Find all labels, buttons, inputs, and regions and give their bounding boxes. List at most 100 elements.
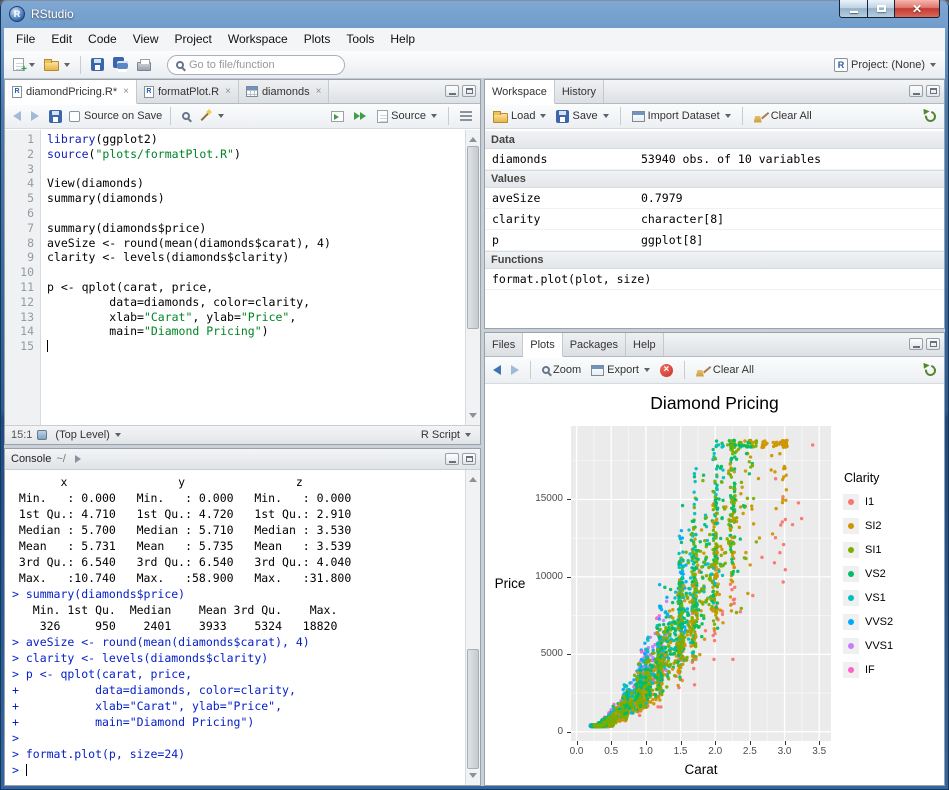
- code-editor[interactable]: 123456789101112131415 library(ggplot2)so…: [5, 130, 465, 425]
- minimize-pane-icon[interactable]: [909, 338, 923, 350]
- zoom-plot-button[interactable]: Zoom: [539, 359, 584, 381]
- print-button[interactable]: [134, 54, 154, 76]
- menu-help[interactable]: Help: [382, 28, 423, 51]
- minimize-window-icon[interactable]: [839, 0, 868, 18]
- console-output[interactable]: x y z Min. : 0.000 Min. : 0.000 Min. : 0…: [5, 470, 465, 785]
- section-header-data: Data: [485, 131, 944, 149]
- plot-canvas: [571, 426, 831, 741]
- legend-label: SI1: [865, 544, 882, 556]
- x-tick-label: 0.0: [562, 746, 592, 757]
- export-plot-button[interactable]: Export: [588, 359, 653, 381]
- minimize-pane-icon[interactable]: [909, 85, 923, 97]
- legend-item: IF: [843, 658, 893, 682]
- x-tick-label: 3.5: [804, 746, 834, 757]
- editor-scrollbar[interactable]: [465, 130, 480, 425]
- load-workspace-button[interactable]: Load: [490, 105, 549, 127]
- nav-forward-button[interactable]: [28, 105, 42, 127]
- plot-display: Diamond Pricing Price Carat Clarity I1SI…: [485, 385, 944, 785]
- console-scrollbar[interactable]: [465, 470, 480, 785]
- tab-files[interactable]: Files: [485, 333, 523, 356]
- tab-formatplot-r[interactable]: RformatPlot.R×: [137, 80, 239, 103]
- code-line: [47, 206, 465, 221]
- close-window-icon[interactable]: ✕: [895, 0, 940, 18]
- maximize-pane-icon[interactable]: [926, 85, 940, 97]
- find-button[interactable]: [179, 105, 193, 127]
- save-workspace-button[interactable]: Save: [553, 105, 611, 127]
- run-line-button[interactable]: [328, 105, 347, 127]
- outline-button[interactable]: [457, 105, 475, 127]
- workspace-row[interactable]: format.plot(plot, size): [485, 269, 944, 290]
- back-arrow-icon: [13, 111, 21, 121]
- minimize-pane-icon[interactable]: [445, 85, 459, 97]
- tab-packages[interactable]: Packages: [563, 333, 626, 356]
- workspace-row[interactable]: pggplot[8]: [485, 230, 944, 251]
- menu-view[interactable]: View: [125, 28, 167, 51]
- goto-directory-icon[interactable]: [75, 455, 85, 463]
- project-selector[interactable]: R Project: (None): [831, 54, 939, 76]
- save-all-icon: [113, 57, 128, 72]
- clear-workspace-button[interactable]: Clear All: [751, 105, 815, 127]
- remove-plot-button[interactable]: [657, 359, 676, 381]
- legend-title: Clarity: [843, 471, 893, 485]
- menu-edit[interactable]: Edit: [43, 28, 80, 51]
- y-tick-mark: [567, 499, 571, 500]
- maximize-window-icon[interactable]: [868, 0, 895, 18]
- tab-diamonds[interactable]: diamonds×: [239, 80, 330, 103]
- file-type-selector[interactable]: R Script: [418, 424, 474, 445]
- section-header-values: Values: [485, 170, 944, 188]
- save-button[interactable]: [88, 54, 107, 76]
- menu-code[interactable]: Code: [80, 28, 125, 51]
- source-on-save-checkbox[interactable]: [69, 111, 80, 122]
- menu-file[interactable]: File: [8, 28, 43, 51]
- menu-plots[interactable]: Plots: [296, 28, 339, 51]
- menu-project[interactable]: Project: [167, 28, 220, 51]
- maximize-pane-icon[interactable]: [926, 338, 940, 350]
- legend-key: [843, 494, 859, 510]
- save-all-button[interactable]: [110, 54, 131, 76]
- working-directory: ~/: [56, 453, 65, 465]
- close-tab-icon[interactable]: ×: [225, 86, 231, 97]
- goto-file-input[interactable]: [189, 59, 336, 71]
- project-label: Project: (None): [851, 59, 925, 71]
- goto-file-search[interactable]: [167, 55, 345, 75]
- console-line: + data=diamonds, color=clarity,: [12, 682, 465, 698]
- nav-back-button[interactable]: [10, 105, 24, 127]
- refresh-workspace-button[interactable]: [922, 105, 939, 127]
- new-file-button[interactable]: [10, 54, 38, 76]
- import-dataset-button[interactable]: Import Dataset: [629, 105, 734, 127]
- close-tab-icon[interactable]: ×: [123, 86, 129, 97]
- clear-plots-button[interactable]: Clear All: [693, 359, 757, 381]
- text-cursor: [26, 764, 27, 776]
- menu-workspace[interactable]: Workspace: [220, 28, 296, 51]
- pane-layout: RdiamondPricing.R*×RformatPlot.R×diamond…: [4, 79, 945, 786]
- open-file-button[interactable]: [41, 54, 73, 76]
- workspace-row[interactable]: claritycharacter[8]: [485, 209, 944, 230]
- previous-plot-button[interactable]: [490, 359, 504, 381]
- minimize-pane-icon[interactable]: [445, 453, 459, 465]
- scope-selector[interactable]: (Top Level): [52, 424, 123, 445]
- console-line: x y z: [12, 474, 465, 490]
- close-tab-icon[interactable]: ×: [316, 86, 322, 97]
- code-tools-button[interactable]: [197, 105, 227, 127]
- refresh-icon: [923, 108, 938, 123]
- workspace-row[interactable]: diamonds53940 obs. of 10 variables: [485, 149, 944, 170]
- tab-history[interactable]: History: [555, 80, 604, 103]
- editor-code[interactable]: library(ggplot2)source("plots/formatPlot…: [41, 130, 465, 425]
- window-controls: ✕: [839, 0, 940, 18]
- source-button[interactable]: Source: [374, 105, 440, 127]
- save-source-button[interactable]: [46, 105, 65, 127]
- refresh-plot-button[interactable]: [922, 359, 939, 381]
- next-plot-button[interactable]: [508, 359, 522, 381]
- maximize-pane-icon[interactable]: [462, 453, 476, 465]
- workspace-pane: WorkspaceHistory Load Save Import Datase…: [484, 79, 945, 329]
- maximize-pane-icon[interactable]: [462, 85, 476, 97]
- rerun-button[interactable]: [351, 105, 370, 127]
- code-line: View(diamonds): [47, 176, 465, 191]
- tab-help[interactable]: Help: [626, 333, 664, 356]
- tab-plots[interactable]: Plots: [523, 333, 562, 357]
- tab-workspace[interactable]: Workspace: [485, 80, 555, 104]
- workspace-row[interactable]: aveSize0.7979: [485, 188, 944, 209]
- menu-tools[interactable]: Tools: [338, 28, 382, 51]
- tab-diamondpricing-r[interactable]: RdiamondPricing.R*×: [5, 80, 137, 104]
- title-bar[interactable]: R RStudio ✕: [0, 0, 949, 28]
